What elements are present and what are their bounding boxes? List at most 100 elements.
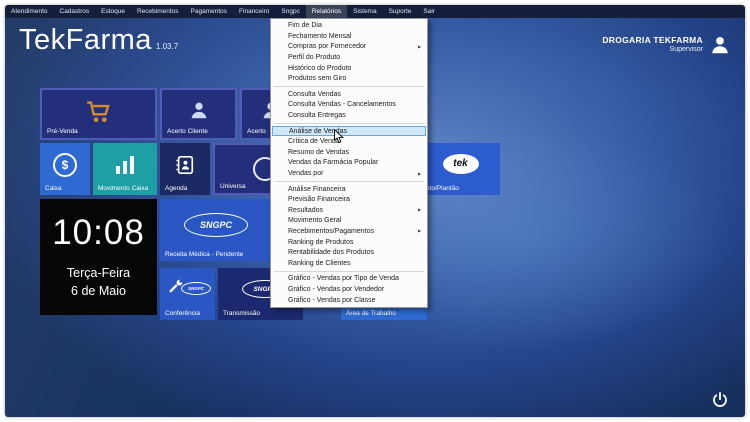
- menu-item-perfil-do-produto[interactable]: Perfil do Produto: [272, 52, 426, 63]
- sngpc-logo-icon: SNGPC: [181, 282, 211, 295]
- menubar-item-suporte[interactable]: Suporte: [383, 5, 418, 18]
- menu-item-consulta-entregas[interactable]: Consulta Entregas: [272, 110, 426, 121]
- menu-item-grafico-vendas-por-classe[interactable]: Gráfico - Vendas por Classe: [272, 295, 426, 306]
- menu-item-label: Recebimentos/Pagamentos: [288, 228, 374, 235]
- app-logo: TekFarma 1.03.7: [19, 24, 178, 57]
- menubar-item-sair[interactable]: Sair: [417, 5, 441, 18]
- relatorios-dropdown-menu: Fim de Dia Fechamento Mensal Compras por…: [270, 18, 428, 309]
- tile-label: Conferência: [165, 310, 200, 317]
- tile-label: Receita Médica - Pendente: [165, 251, 243, 258]
- tile-label: Universa: [220, 183, 246, 190]
- dollar-icon: $: [53, 153, 77, 177]
- menu-item-label: Gráfico - Vendas por Classe: [288, 297, 376, 304]
- menubar-item-sngpc[interactable]: Sngpc: [275, 5, 305, 18]
- power-button[interactable]: [711, 391, 729, 409]
- menu-item-resumo-de-vendas[interactable]: Resumo de Vendas: [272, 147, 426, 158]
- cart-icon: [84, 99, 114, 125]
- menu-item-label: Resumo de Vendas: [288, 149, 349, 156]
- menu-item-ranking-de-produtos[interactable]: Ranking de Produtos: [272, 237, 426, 248]
- tile-contato-plantao[interactable]: tek ato/Plantão: [421, 143, 500, 195]
- menu-item-label: Fechamento Mensal: [288, 33, 351, 40]
- menu-item-label: Gráfico - Vendas por Tipo de Venda: [288, 275, 399, 282]
- menu-item-previsao-financeira[interactable]: Previsão Financeira: [272, 194, 426, 205]
- tile-agenda[interactable]: Agenda: [160, 143, 210, 195]
- menubar-item-cadastros[interactable]: Cadastros: [54, 5, 96, 18]
- menu-item-compras-por-fornecedor[interactable]: Compras por Fornecedor▸: [272, 42, 426, 53]
- tile-label: Caixa: [45, 185, 62, 192]
- contact-book-icon: [175, 155, 195, 175]
- tile-caixa[interactable]: $ Caixa: [40, 143, 90, 195]
- menu-item-label: Produtos sem Giro: [288, 75, 346, 82]
- menu-item-label: Rentabilidade dos Produtos: [288, 249, 374, 256]
- menu-item-fechamento-mensal[interactable]: Fechamento Mensal: [272, 31, 426, 42]
- app-title: TekFarma: [19, 24, 152, 56]
- tile-receita-medica[interactable]: SNGPC Receita Médica - Pendente: [160, 199, 272, 261]
- tile-pre-venda[interactable]: Pré-Venda: [40, 88, 157, 140]
- menu-item-label: Vendas por: [288, 170, 323, 177]
- menubar: Atendimento Cadastros Estoque Recebiment…: [5, 5, 745, 18]
- tekfarma-window: Atendimento Cadastros Estoque Recebiment…: [5, 5, 745, 417]
- menu-item-label: Consulta Entregas: [288, 112, 346, 119]
- tile-label: Área de Trabalho: [346, 310, 396, 317]
- menubar-item-sistema[interactable]: Sistema: [347, 5, 382, 18]
- menu-item-grafico-vendas-por-vendedor[interactable]: Gráfico - Vendas por Vendedor: [272, 284, 426, 295]
- menu-item-movimento-geral[interactable]: Movimento Geral: [272, 216, 426, 227]
- menubar-item-estoque[interactable]: Estoque: [95, 5, 131, 18]
- app-version: 1.03.7: [156, 42, 178, 51]
- tile-label: Agenda: [165, 185, 187, 192]
- menu-item-consulta-vendas-cancelamentos[interactable]: Consulta Vendas - Cancelamentos: [272, 100, 426, 111]
- menubar-item-relatorios[interactable]: Relatórios: [306, 5, 347, 18]
- tile-label: Transmissão: [223, 310, 260, 317]
- tile-label: ato/Plantão: [426, 185, 459, 192]
- menu-item-analise-financeira[interactable]: Análise Financeira: [272, 184, 426, 195]
- tile-clock[interactable]: 10:08 Terça-Feira 6 de Maio: [40, 199, 157, 315]
- menu-item-label: Resultados: [288, 207, 323, 214]
- menu-separator: [274, 123, 424, 124]
- person-icon: [188, 99, 210, 121]
- menu-item-vendas-por[interactable]: Vendas por ▸: [272, 168, 426, 179]
- tile-conferencia[interactable]: SNGPC Conferência: [160, 268, 215, 320]
- bar-chart-icon: [114, 155, 136, 175]
- menu-item-label: Ranking de Produtos: [288, 239, 353, 246]
- menu-item-grafico-vendas-por-tipo-de-venda[interactable]: Gráfico - Vendas por Tipo de Venda: [272, 274, 426, 285]
- menu-item-label: Análise Financeira: [288, 186, 346, 193]
- menu-item-label: Vendas da Farmácia Popular: [288, 159, 378, 166]
- menubar-item-financeiro[interactable]: Financeiro: [233, 5, 275, 18]
- menu-item-fim-de-dia[interactable]: Fim de Dia: [272, 21, 426, 32]
- menubar-item-atendimento[interactable]: Atendimento: [5, 5, 54, 18]
- tile-label: Movimento Caixa: [98, 185, 148, 192]
- menu-separator: [274, 271, 424, 272]
- menu-item-label: Perfil do Produto: [288, 54, 340, 61]
- menu-item-label: Movimento Geral: [288, 217, 341, 224]
- sngpc-logo-icon: SNGPC: [184, 213, 248, 237]
- menu-item-analise-de-vendas[interactable]: Análise de Vendas: [272, 126, 426, 137]
- clock-weekday: Terça-Feira: [40, 266, 157, 280]
- menu-item-produtos-sem-giro[interactable]: Produtos sem Giro: [272, 73, 426, 84]
- tile-movimento-caixa[interactable]: Movimento Caixa: [93, 143, 157, 195]
- user-icon[interactable]: [709, 34, 731, 56]
- menu-item-recebimentos-pagamentos[interactable]: Recebimentos/Pagamentos ▸: [272, 226, 426, 237]
- submenu-arrow-icon: ▸: [418, 170, 421, 177]
- submenu-arrow-icon: ▸: [418, 207, 421, 214]
- menu-item-consulta-vendas[interactable]: Consulta Vendas: [272, 89, 426, 100]
- menu-item-label: Histórico do Produto: [288, 65, 351, 72]
- menubar-item-pagamentos[interactable]: Pagamentos: [185, 5, 234, 18]
- menu-item-label: Compras por Fornecedor: [288, 43, 366, 50]
- menu-item-critica-de-venda[interactable]: Crítica de Venda: [272, 136, 426, 147]
- menu-item-label: Fim de Dia: [288, 22, 322, 29]
- menu-item-label: Consulta Vendas - Cancelamentos: [288, 101, 396, 108]
- menu-separator: [274, 181, 424, 182]
- menu-item-label: Previsão Financeira: [288, 196, 350, 203]
- menu-item-label: Crítica de Venda: [288, 138, 340, 145]
- menu-item-vendas-da-farmacia-popular[interactable]: Vendas da Farmácia Popular: [272, 158, 426, 169]
- menu-item-label: Ranking de Clientes: [288, 260, 351, 267]
- screenshot-frame: Atendimento Cadastros Estoque Recebiment…: [0, 0, 750, 422]
- menu-item-historico-do-produto[interactable]: Histórico do Produto: [272, 63, 426, 74]
- menu-item-ranking-de-clientes[interactable]: Ranking de Clientes: [272, 258, 426, 269]
- tile-acerto-cliente[interactable]: Acerto Cliente: [160, 88, 237, 140]
- menubar-item-recebimentos[interactable]: Recebimentos: [131, 5, 185, 18]
- submenu-arrow-icon: ▸: [418, 228, 421, 235]
- menu-item-rentabilidade-dos-produtos[interactable]: Rentabilidade dos Produtos: [272, 247, 426, 258]
- menu-item-resultados[interactable]: Resultados ▸: [272, 205, 426, 216]
- menu-item-label: Gráfico - Vendas por Vendedor: [288, 286, 384, 293]
